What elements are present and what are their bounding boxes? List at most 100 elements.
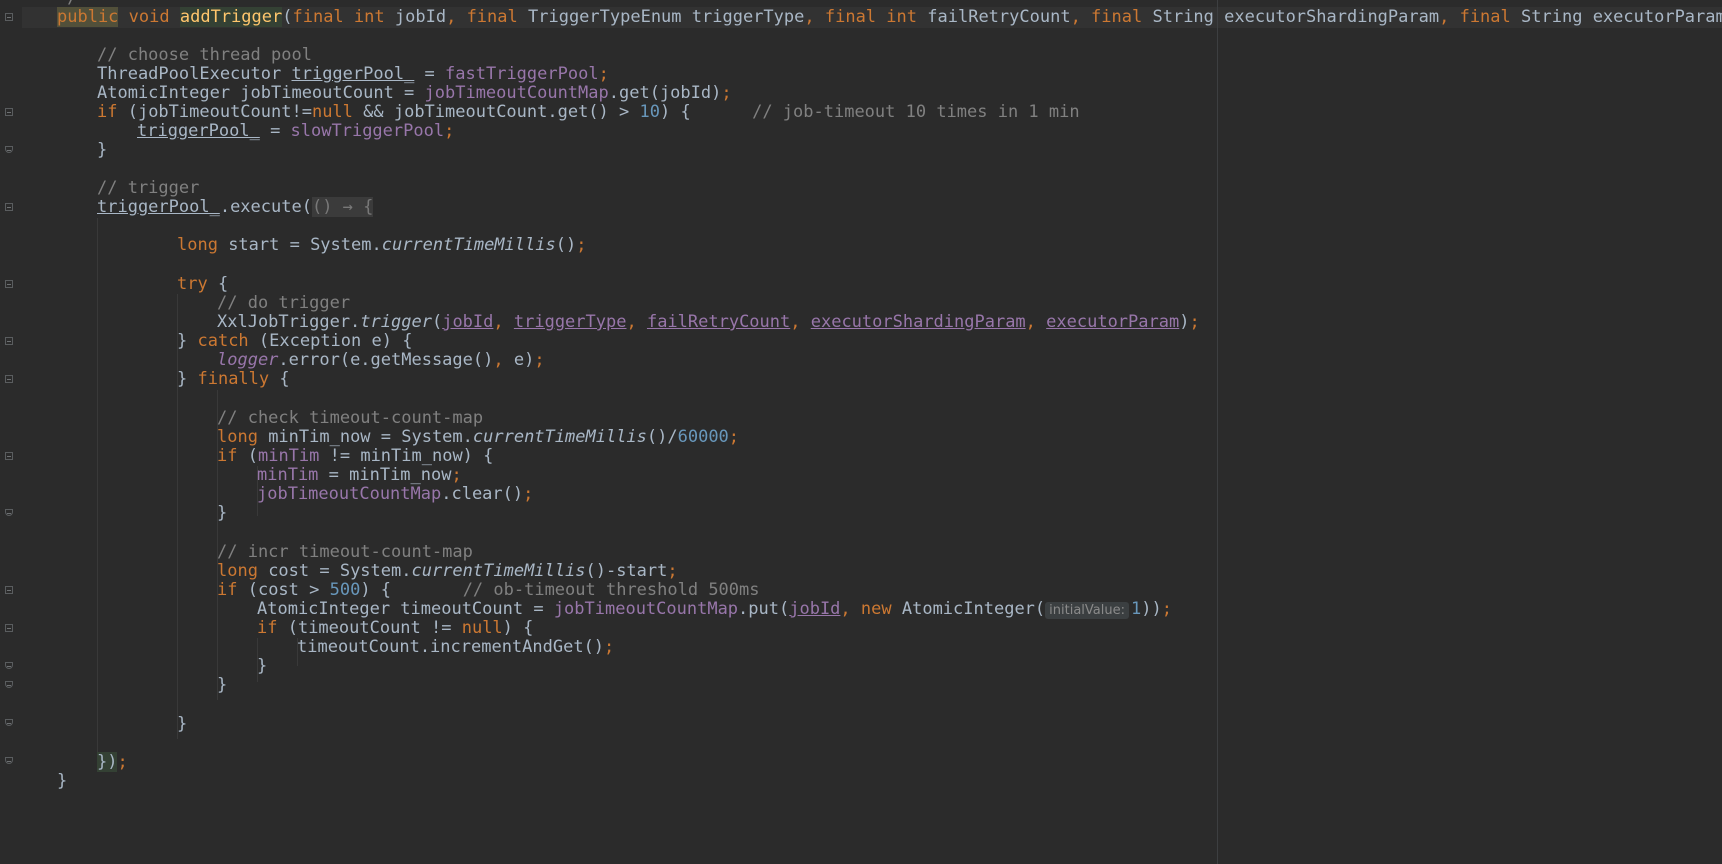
text: (timeoutCount != [277,618,462,638]
keyword: final [824,7,877,27]
code-line: long start = System.currentTimeMillis(); [177,235,586,256]
keyword: if [217,446,238,466]
operator: = [414,64,446,84]
fold-end-if-null[interactable] [5,662,13,669]
keyword: final [1459,7,1511,27]
fold-marker-if-cost[interactable] [5,586,13,594]
fold-end-if-timeout[interactable] [5,146,13,153]
text: != minTim_now) { [319,446,494,466]
semicolon: ; [451,465,462,485]
code-line: triggerPool_.execute(() → { [97,197,374,218]
comment: // job-timeout 10 times in 1 min [752,102,1080,122]
fold-marker-lambda[interactable] [5,203,13,211]
fold-marker-try[interactable] [5,280,13,288]
comment: // do trigger [217,293,351,313]
keyword: final [1091,7,1143,27]
punct: , [493,350,514,370]
captured-variable: executorShardingParam [810,312,1026,332]
fold-marker-if-mintim[interactable] [5,452,13,460]
code-line: XxlJobTrigger.trigger(jobId, triggerType… [217,312,1200,332]
closing-brace: } [217,503,228,523]
text: .error(e.getMessage() [278,350,494,370]
code-line-signature: public void addTrigger(final int jobId, … [57,7,1722,28]
type: String [1152,7,1214,27]
keyword: long [217,427,258,447]
matched-brace: }) [97,752,118,772]
punct: } [177,369,198,389]
field: minTim [257,446,320,466]
keyword: long [177,235,218,255]
indent-guide [97,218,98,758]
text: (Exception e) { [248,331,413,351]
captured-variable: failRetryCount [646,312,791,332]
keyword: null [311,102,353,122]
keyword: try [177,274,208,294]
captured-variable: triggerType [513,312,627,332]
semicolon: ; [576,235,587,255]
method-name[interactable]: addTrigger [179,7,283,27]
code-editor[interactable]: */ public void addTrigger(final int jobI… [0,0,1722,864]
operator: = [259,121,291,141]
text: .put( [738,599,790,619]
code-line: AtomicInteger timeoutCount = jobTimeoutC… [257,599,1172,620]
fold-marker-if-null[interactable] [5,624,13,632]
code-line: triggerPool_ = slowTriggerPool; [137,121,454,142]
static-method: currentTimeMillis [381,235,556,255]
semicolon: ; [721,83,732,103]
code-line: long minTim_now = System.currentTimeMill… [217,427,739,448]
param: executorParam [1592,7,1722,27]
closing-brace: } [257,656,268,676]
captured-variable: jobId [442,312,494,332]
text: XxlJobTrigger. [217,312,361,332]
semicolon: ; [728,427,740,447]
text: && jobTimeoutCount.get() > [352,102,640,122]
fold-end-finally[interactable] [5,719,13,726]
fold-end-if-mintim[interactable] [5,509,13,516]
fold-end-lambda[interactable] [5,757,13,764]
number: 500 [329,580,361,600]
text: minTim_now = System. [257,427,473,447]
keyword: void [128,7,170,27]
fold-end-if-cost[interactable] [5,681,13,688]
text: (jobTimeoutCount!= [117,102,312,122]
comment: // incr timeout-count-map [217,542,473,562]
code-line: } catch (Exception e) { [177,331,412,352]
fold-marker-catch[interactable] [5,337,13,345]
text: () [555,235,577,255]
code-line: long cost = System.currentTimeMillis()-s… [217,561,678,582]
indent-guide [177,294,178,739]
punct: )) [1141,599,1162,619]
fold-marker-finally[interactable] [5,375,13,383]
fold-marker-method[interactable] [5,13,13,21]
keyword: final [292,7,344,27]
editor-gutter [0,0,22,864]
semicolon: ; [667,561,678,581]
text: cost = System. [257,561,412,581]
keyword: finally [197,369,270,389]
code-line: }); [97,752,128,773]
semicolon: ; [604,637,615,657]
lambda-fold[interactable]: () → { [311,197,374,217]
code-line: timeoutCount.incrementAndGet(); [297,637,614,658]
field: minTim [257,465,319,485]
code-line: AtomicInteger jobTimeoutCount = jobTimeo… [97,83,732,104]
keyword: catch [197,331,249,351]
closing-brace: } [57,771,68,791]
variable: triggerPool_ [97,197,220,217]
closing-brace: } [97,140,108,160]
text: AtomicInteger( [891,599,1046,619]
text: ( [237,446,258,466]
captured-variable: jobId [789,599,841,619]
captured-variable: executorParam [1046,312,1180,332]
punct: ) [1179,312,1190,332]
field: slowTriggerPool [290,121,445,141]
text: timeoutCount.incrementAndGet() [297,637,605,657]
keyword: if [97,102,118,122]
static-method: currentTimeMillis [411,561,586,581]
fold-marker-if-timeout[interactable] [5,108,13,116]
keyword: if [257,618,278,638]
semicolon: ; [444,121,455,141]
code-line: if (minTim != minTim_now) { [217,446,493,467]
text: AtomicInteger jobTimeoutCount = [97,83,425,103]
text: (cost > [237,580,330,600]
